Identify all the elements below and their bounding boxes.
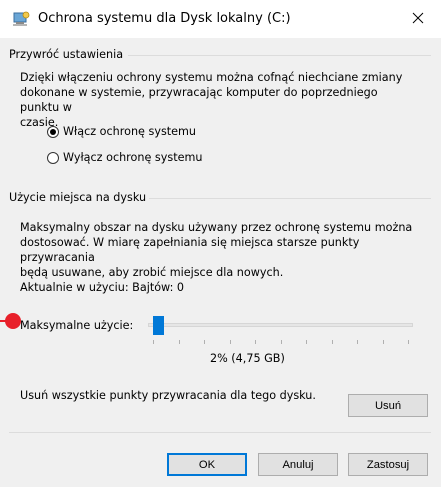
restore-description: Dzięki włączeniu ochrony systemu można c… [20,70,420,130]
disk-usage-description: Maksymalny obszar na dysku używany przez… [20,220,420,280]
disable-protection-label: Wyłącz ochronę systemu [63,151,203,164]
slider-tick [408,340,409,344]
enable-protection-label: Włącz ochronę systemu [63,125,197,138]
slider-tick [357,340,358,344]
disable-protection-radio[interactable]: Wyłącz ochronę systemu [47,151,202,164]
system-protection-icon [12,11,30,27]
slider-tick [179,340,180,344]
slider-tick [255,340,256,344]
apply-button[interactable]: Zastosuj [348,453,428,476]
delete-button[interactable]: Usuń [348,394,428,417]
slider-tick [306,340,307,344]
max-usage-value: 2% (4,75 GB) [210,352,285,365]
disk-usage-divider [149,198,431,199]
slider-tick [383,340,384,344]
close-icon [412,12,424,27]
slider-tick [230,340,231,344]
close-button[interactable] [395,0,441,38]
max-usage-slider-thumb[interactable] [153,316,164,335]
restore-description-line: Dzięki włączeniu ochrony systemu można c… [20,71,403,84]
restore-settings-divider [128,55,431,56]
slider-tick [204,340,205,344]
radio-checked-icon[interactable] [47,125,59,138]
slider-tick [153,340,154,344]
ok-button[interactable]: OK [167,453,247,476]
cancel-button[interactable]: Anuluj [258,453,338,476]
disk-usage-description-line: Maksymalny obszar na dysku używany przez… [20,221,413,234]
delete-restore-points-text: Usuń wszystkie punkty przywracania dla t… [20,389,316,402]
title-bar: Ochrona systemu dla Dysk lokalny (C:) [0,0,441,38]
disk-usage-header: Użycie miejsca na dysku [9,191,147,204]
current-usage-text: Aktualnie w użyciu: Bajtów: 0 [20,281,185,294]
bottom-divider [9,432,431,433]
disk-usage-description-line: dostosować. W miarę zapełniania się miej… [20,236,360,264]
window-title: Ochrona systemu dla Dysk lokalny (C:) [38,11,291,26]
max-usage-slider-track[interactable] [148,323,413,327]
max-usage-label: Maksymalne użycie: [20,319,134,332]
restore-description-line: dokonane w systemie, przywracając komput… [20,86,378,114]
restore-settings-header: Przywróć ustawienia [9,48,124,61]
slider-tick [332,340,333,344]
slider-tick [281,340,282,344]
marker-dot [5,313,21,329]
enable-protection-radio[interactable]: Włącz ochronę systemu [47,125,196,138]
disk-usage-description-line: będą usuwane, aby zrobić miejsce dla now… [20,266,284,279]
radio-unchecked-icon[interactable] [47,151,59,164]
